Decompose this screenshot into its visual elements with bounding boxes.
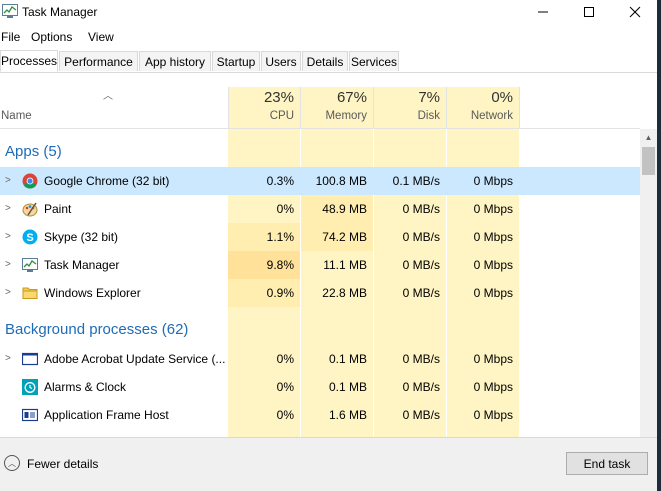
window-icon (21, 351, 39, 367)
column-header-disk[interactable]: Disk (374, 110, 440, 122)
end-task-button[interactable]: End task (566, 452, 648, 475)
minimize-button[interactable] (520, 0, 566, 24)
network-cell: 0 Mbps (473, 286, 513, 300)
task-manager-app-icon (2, 4, 18, 18)
tab-users[interactable]: Users (261, 51, 301, 71)
network-cell: 0 Mbps (473, 258, 513, 272)
task-manager-icon (22, 257, 38, 273)
memory-cell: 0.1 MB (328, 352, 367, 366)
memory-cell: 0.1 MB (328, 380, 367, 394)
desktop-edge (657, 0, 661, 491)
folder-icon (22, 285, 38, 301)
window-title: Task Manager (22, 5, 98, 19)
network-cell: 0 Mbps (473, 408, 513, 422)
fewer-details-link[interactable]: Fewer details (27, 457, 98, 471)
disk-cell: 0 MB/s (402, 202, 440, 216)
cpu-cell: 0% (276, 408, 294, 422)
maximize-icon (584, 7, 594, 17)
cpu-cell: 1.1% (266, 230, 294, 244)
minimize-icon (538, 11, 548, 13)
disk-cell: 0 MB/s (402, 408, 440, 422)
menu-options[interactable]: Options (31, 30, 72, 44)
maximize-button[interactable] (566, 0, 612, 24)
menu-file[interactable]: File (1, 30, 20, 44)
skype-icon: S (22, 229, 38, 245)
tab-startup[interactable]: Startup (212, 51, 260, 71)
scroll-up-icon[interactable]: ▲ (640, 129, 657, 146)
chrome-icon (22, 173, 38, 189)
process-name: Alarms & Clock (44, 380, 127, 394)
scrollbar-thumb[interactable] (642, 147, 655, 175)
footer-bar (0, 437, 657, 491)
group-header-background-processes[interactable]: Background processes (62) (5, 321, 188, 338)
network-cell: 0 Mbps (473, 202, 513, 216)
process-name: Application Frame Host (44, 408, 169, 422)
column-divider (373, 87, 374, 129)
tab-app-history[interactable]: App history (139, 51, 211, 71)
cpu-total-percent: 23% (263, 89, 294, 106)
disk-cell: 0 MB/s (402, 286, 440, 300)
app-frame-icon (21, 407, 39, 423)
cpu-cell: 0% (276, 352, 294, 366)
tab-services[interactable]: Services (349, 51, 399, 71)
column-header-name[interactable]: Name (1, 110, 32, 122)
disk-cell: 0.1 MB/s (392, 174, 440, 188)
tab-details[interactable]: Details (302, 51, 348, 71)
disk-cell: 0 MB/s (402, 258, 440, 272)
disk-total-percent: 7% (418, 89, 440, 106)
memory-total-percent: 67% (336, 89, 367, 106)
memory-cell: 22.8 MB (322, 286, 367, 300)
vertical-scrollbar[interactable] (640, 129, 657, 437)
cpu-cell: 0% (276, 380, 294, 394)
close-button[interactable] (612, 0, 658, 24)
column-divider (228, 87, 229, 129)
expand-chevron-icon[interactable]: > (5, 353, 11, 364)
tab-processes[interactable]: Processes (0, 50, 58, 72)
disk-cell: 0 MB/s (402, 230, 440, 244)
column-divider (446, 87, 447, 129)
memory-cell: 11.1 MB (323, 258, 367, 272)
network-cell: 0 Mbps (473, 380, 513, 394)
column-divider (519, 87, 520, 129)
process-name: Google Chrome (32 bit) (44, 174, 170, 188)
chevron-up-circle-icon[interactable]: ︿ (4, 455, 20, 471)
expand-chevron-icon[interactable]: > (5, 203, 11, 214)
cpu-cell: 9.8% (266, 258, 294, 272)
cpu-cell: 0.9% (266, 286, 294, 300)
memory-cell: 74.2 MB (322, 230, 367, 244)
tab-performance[interactable]: Performance (59, 51, 138, 71)
expand-chevron-icon[interactable]: > (5, 287, 11, 298)
process-name: Paint (44, 202, 72, 216)
process-name: Adobe Acrobat Update Service (... (44, 352, 226, 366)
network-cell: 0 Mbps (473, 230, 513, 244)
network-cell: 0 Mbps (473, 174, 513, 188)
process-name: Task Manager (44, 258, 120, 272)
close-icon (629, 6, 641, 18)
column-header-cpu[interactable]: CPU (228, 110, 294, 122)
expand-chevron-icon[interactable]: > (5, 175, 11, 186)
memory-cell: 48.9 MB (322, 202, 367, 216)
disk-cell: 0 MB/s (402, 380, 440, 394)
column-header-memory[interactable]: Memory (301, 110, 367, 122)
cpu-cell: 0.3% (266, 174, 294, 188)
cpu-cell: 0% (276, 202, 294, 216)
disk-cell: 0 MB/s (402, 352, 440, 366)
process-name: Skype (32 bit) (44, 230, 119, 244)
svg-text:S: S (26, 232, 33, 244)
network-total-percent: 0% (491, 89, 513, 106)
network-cell: 0 Mbps (473, 352, 513, 366)
paint-icon (22, 201, 38, 217)
expand-chevron-icon[interactable]: > (5, 259, 11, 270)
column-divider (300, 87, 301, 129)
header-divider (0, 128, 640, 129)
process-name: Windows Explorer (44, 286, 141, 300)
expand-chevron-icon[interactable]: > (5, 231, 11, 242)
column-header-network[interactable]: Network (447, 110, 513, 122)
menu-view[interactable]: View (88, 30, 114, 44)
memory-cell: 100.8 MB (315, 174, 367, 188)
sort-up-icon: ︿ (103, 91, 113, 102)
memory-cell: 1.6 MB (328, 408, 367, 422)
group-header-apps[interactable]: Apps (5) (5, 143, 62, 160)
alarm-clock-icon (22, 379, 38, 395)
